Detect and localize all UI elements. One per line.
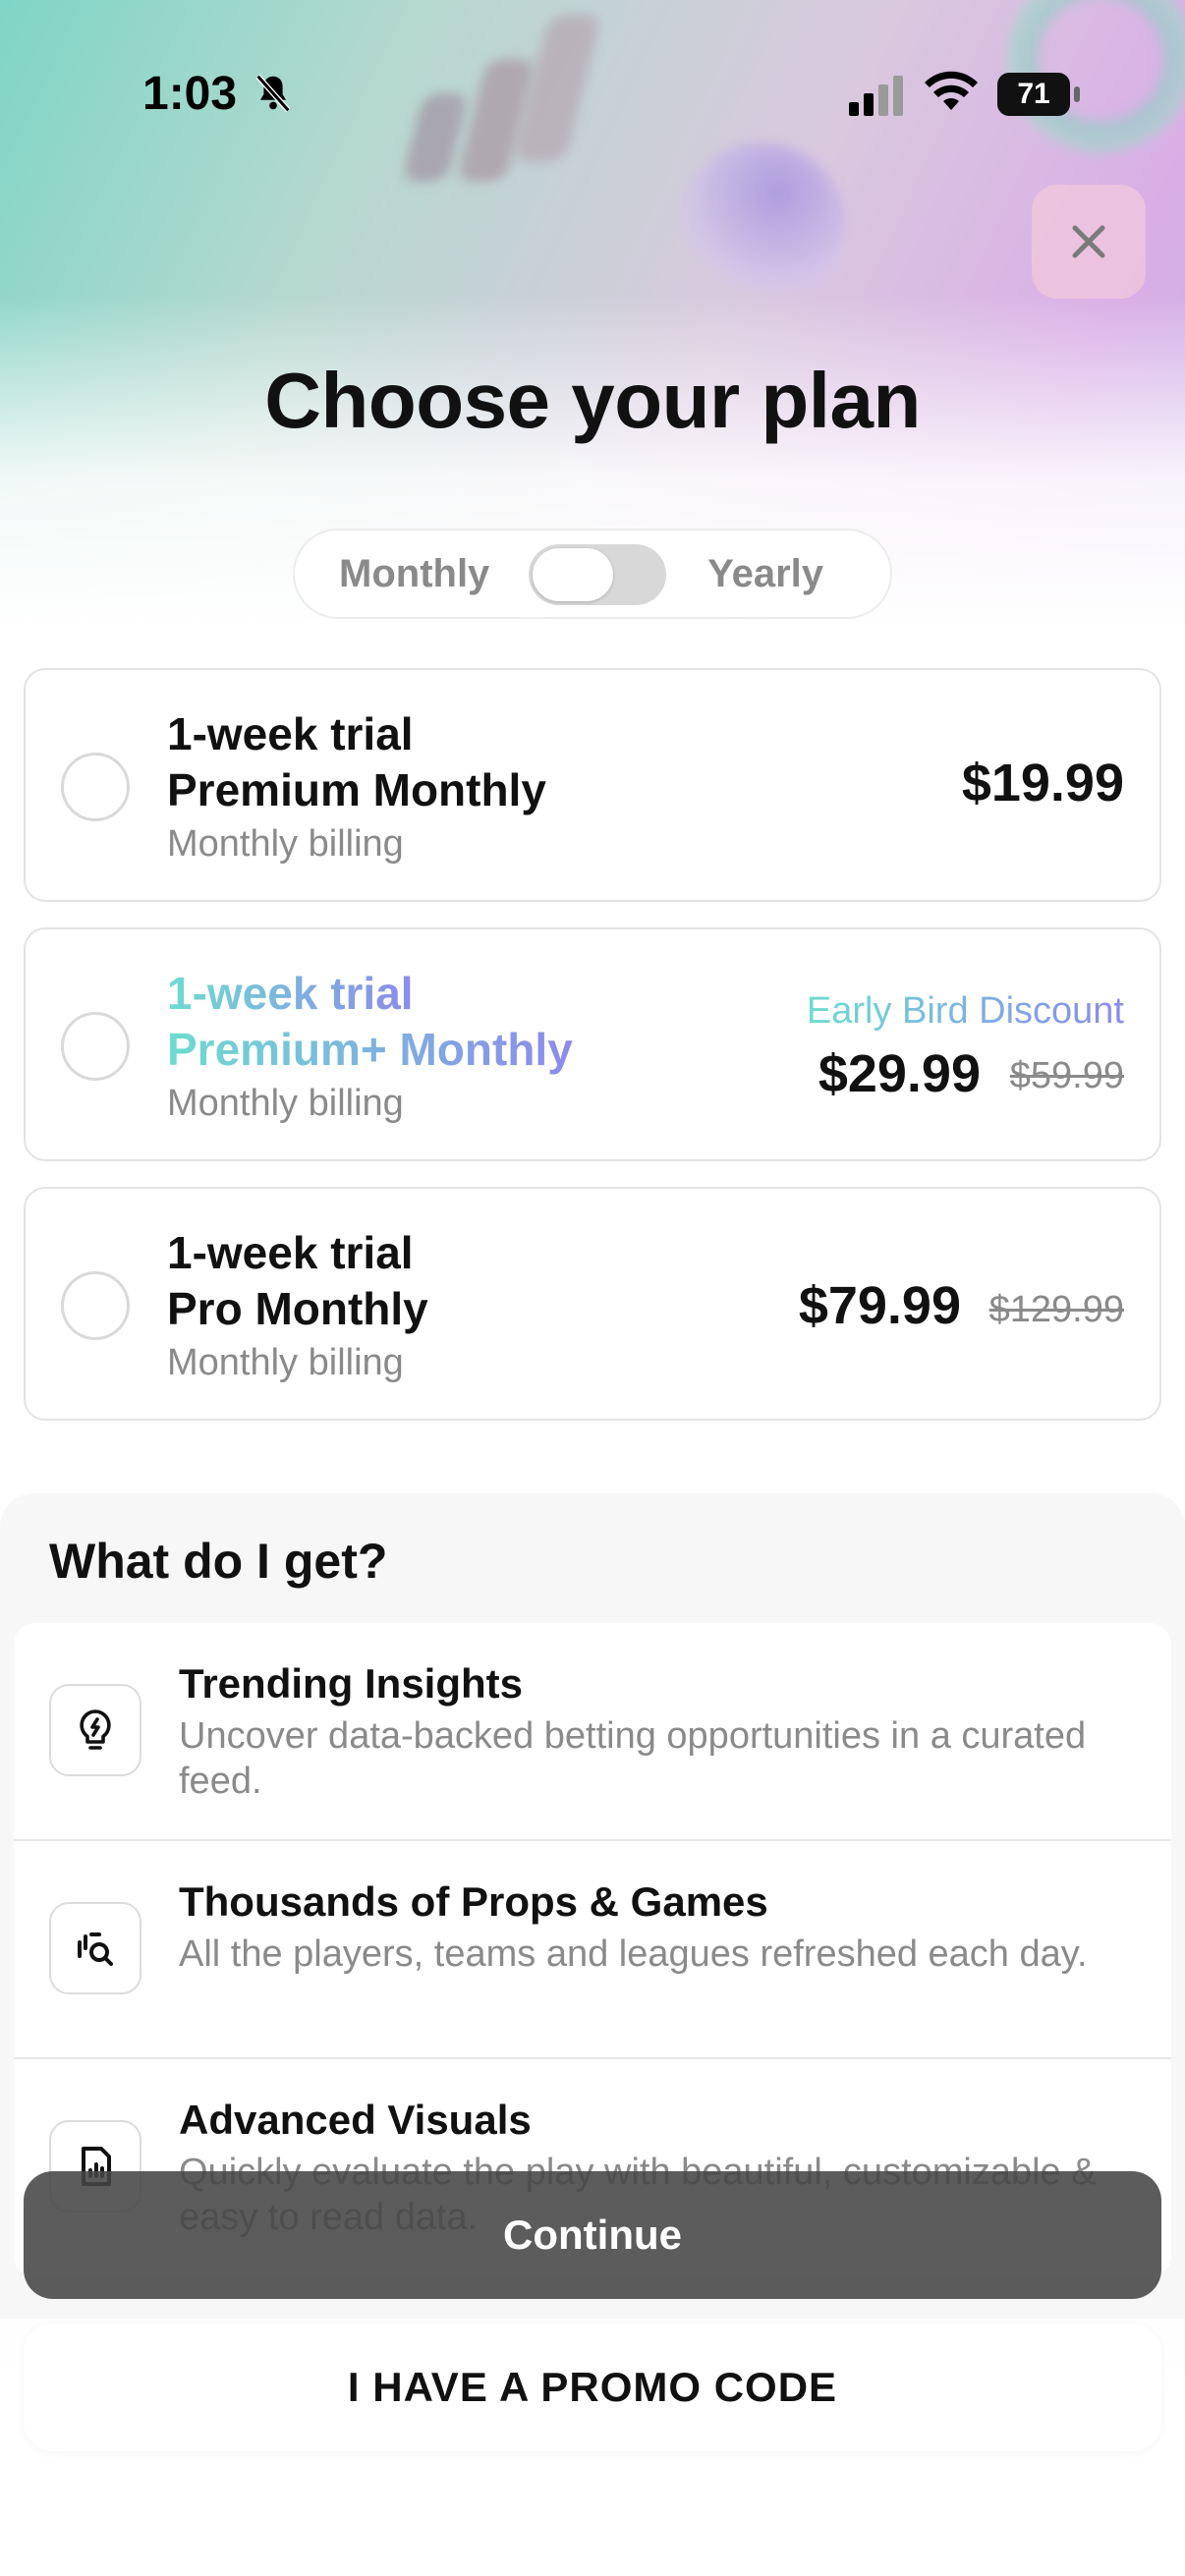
- feature-description: All the players, teams and leagues refre…: [179, 1933, 1088, 1975]
- plan-card-premium-monthly[interactable]: 1-week trial Premium Monthly Monthly bil…: [24, 668, 1161, 902]
- plan-card-pro-monthly[interactable]: 1-week trial Pro Monthly Monthly billing…: [24, 1187, 1161, 1421]
- plan-radio[interactable]: [61, 753, 130, 821]
- plan-old-price: $59.99: [1009, 1055, 1124, 1096]
- close-button[interactable]: [1032, 185, 1146, 299]
- toggle-label-monthly[interactable]: Monthly: [339, 552, 489, 596]
- close-icon: [1072, 225, 1105, 258]
- decor-cone: [678, 142, 845, 309]
- list-item: Thousands of Props & Games All the playe…: [14, 1841, 1171, 2059]
- bell-slash-icon: [255, 74, 291, 113]
- features-title: What do I get?: [49, 1534, 388, 1589]
- plan-name: Premium Monthly: [167, 764, 546, 815]
- plan-price: $19.99: [961, 754, 1124, 812]
- plan-billing: Monthly billing: [167, 823, 404, 865]
- plan-radio[interactable]: [61, 1012, 130, 1081]
- plan-old-price: $129.99: [988, 1289, 1124, 1330]
- billing-switch[interactable]: [529, 544, 666, 605]
- battery-icon: 71: [997, 73, 1080, 116]
- search-props-icon: [49, 1902, 141, 1994]
- plan-price: $29.99: [818, 1044, 981, 1103]
- feature-title: Thousands of Props & Games: [179, 1878, 768, 1925]
- promo-code-label: I HAVE A PROMO CODE: [347, 2364, 838, 2410]
- plan-name: Pro Monthly: [167, 1283, 428, 1334]
- plan-radio[interactable]: [61, 1271, 130, 1340]
- switch-knob: [533, 548, 613, 601]
- status-time: 1:03: [142, 68, 238, 120]
- discount-badge: Early Bird Discount: [806, 990, 1124, 1032]
- status-bar: 1:03 71: [0, 0, 1185, 120]
- toggle-label-yearly[interactable]: Yearly: [707, 552, 823, 596]
- plan-trial: 1-week trial: [167, 708, 414, 759]
- page-title: Choose your plan: [264, 357, 921, 444]
- plan-billing: Monthly billing: [167, 1083, 404, 1124]
- battery-level: 71: [1017, 78, 1050, 110]
- wifi-icon: [925, 71, 978, 110]
- plan-trial: 1-week trial: [167, 968, 414, 1019]
- plan-price: $79.99: [798, 1276, 961, 1335]
- promo-code-button[interactable]: I HAVE A PROMO CODE: [24, 2324, 1161, 2451]
- continue-label: Continue: [503, 2212, 682, 2258]
- continue-button[interactable]: Continue: [24, 2171, 1161, 2299]
- feature-description: Uncover data-backed betting opportunitie…: [179, 1715, 1087, 1802]
- cellular-signal-icon: [849, 76, 903, 116]
- plan-billing: Monthly billing: [167, 1342, 404, 1383]
- feature-title: Trending Insights: [179, 1660, 524, 1707]
- plan-card-premium-plus-monthly[interactable]: 1-week trial Premium+ Monthly Monthly bi…: [24, 927, 1161, 1161]
- plan-name: Premium+ Monthly: [167, 1024, 573, 1075]
- list-item: Trending Insights Uncover data-backed be…: [14, 1623, 1171, 1841]
- billing-period-toggle[interactable]: Monthly Yearly: [293, 529, 892, 619]
- feature-title: Advanced Visuals: [179, 2097, 532, 2143]
- lightbulb-icon: [49, 1684, 141, 1776]
- plan-trial: 1-week trial: [167, 1227, 414, 1278]
